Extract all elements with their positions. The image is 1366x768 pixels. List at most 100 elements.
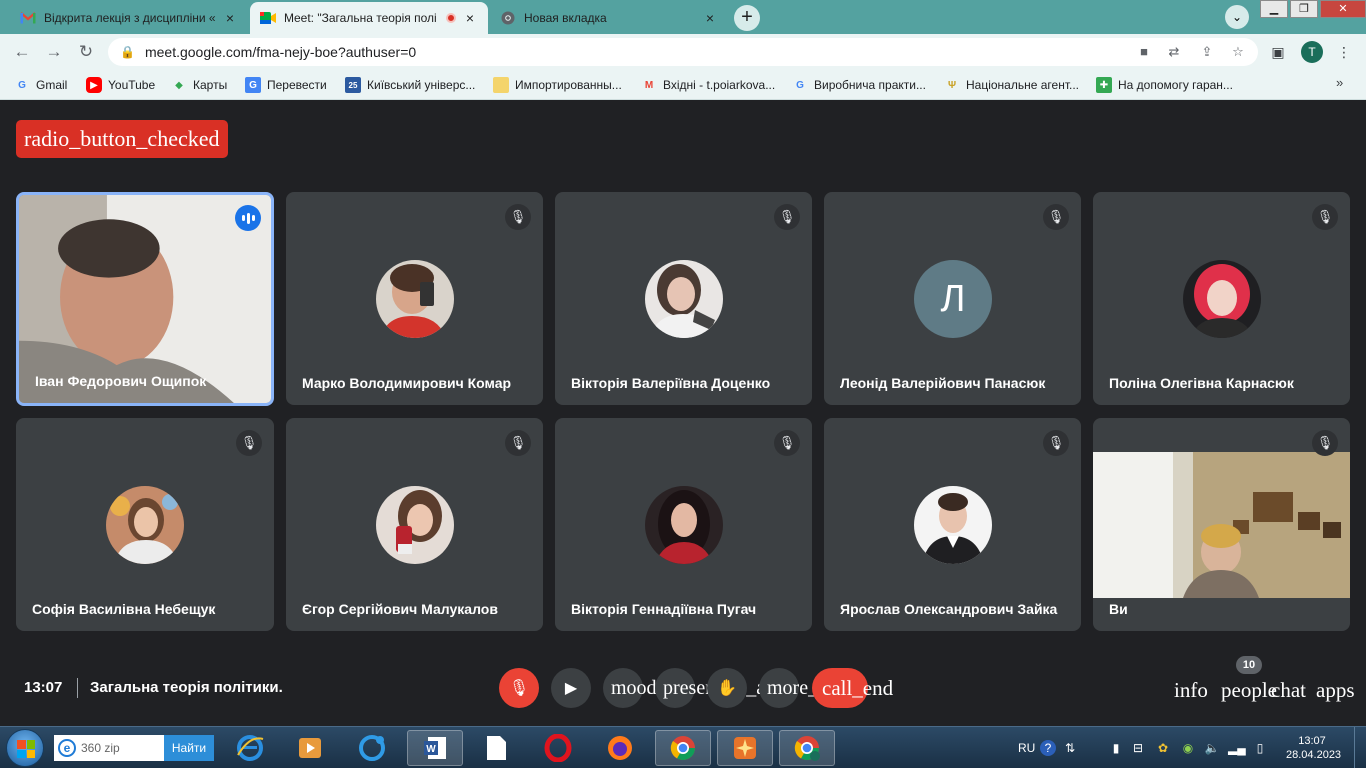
tab-new-tab[interactable]: Новая вкладка ×	[490, 2, 728, 34]
participant-tile[interactable]: Іван Федорович Ощипок	[16, 192, 274, 406]
participant-tile[interactable]: 🎙 Поліна Олегівна Карнасюк	[1093, 192, 1350, 405]
reactions-button[interactable]: mood	[603, 668, 657, 708]
gmail-icon	[20, 10, 36, 26]
tray-flower-icon[interactable]: ✿	[1155, 740, 1171, 756]
participant-avatar	[376, 486, 454, 564]
forward-icon[interactable]: →	[42, 40, 66, 64]
people-button[interactable]: people	[1221, 678, 1277, 703]
taskbar-search-button[interactable]: Найти	[164, 735, 214, 761]
participant-tile[interactable]: 🎙 Ярослав Олександрович Зайка	[824, 418, 1081, 631]
participant-avatar	[914, 486, 992, 564]
mic-toggle-button[interactable]: 🎙	[499, 668, 539, 708]
bookmark-maps[interactable]: ◆ Карты	[171, 76, 227, 94]
window-controls: ▁ ❐ ✕	[1258, 0, 1366, 20]
self-video	[1093, 452, 1350, 598]
bookmark-translate[interactable]: G Перевести	[245, 76, 327, 94]
taskbar-search-input[interactable]: e 360 zip	[54, 735, 164, 761]
word-icon[interactable]: W	[407, 730, 463, 766]
chrome-profile-taskbar-icon[interactable]	[779, 730, 835, 766]
participant-tile[interactable]: 🎙 Софія Василівна Небещук	[16, 418, 274, 631]
show-desktop-button[interactable]	[1354, 727, 1366, 768]
tab-meet[interactable]: Meet: "Загальна теорія полі ×	[250, 2, 488, 34]
bookmark-kyiv-university[interactable]: 25 Київський універс...	[345, 76, 475, 94]
participant-tile[interactable]: 🎙 Марко Володимирович Комар	[286, 192, 543, 405]
bookmark-practice[interactable]: G Виробнича практи...	[792, 76, 926, 94]
minimize-icon[interactable]: ▁	[1260, 0, 1288, 18]
videocam-icon: ▶	[564, 678, 578, 697]
network-signal-icon[interactable]: ▂▄	[1228, 740, 1246, 756]
bookmark-star-icon[interactable]: ☆	[1228, 42, 1248, 62]
browser-360-icon[interactable]	[344, 730, 400, 766]
opera-icon[interactable]	[530, 730, 586, 766]
meeting-title: Загальна теорія політики.	[90, 679, 283, 696]
close-tab-icon[interactable]: ×	[702, 10, 718, 26]
hand-icon: ✋	[717, 678, 737, 697]
system-clock[interactable]: 13:07 28.04.2023	[1286, 734, 1341, 762]
meeting-details-button[interactable]: info	[1174, 678, 1208, 703]
tray-device-icon[interactable]: ⊟	[1130, 740, 1146, 756]
participant-name: Єгор Сергійович Малукалов	[302, 601, 498, 617]
bookmark-guarantor[interactable]: ✚ На допомогу гаран...	[1096, 76, 1233, 94]
maps-icon: ◆	[175, 79, 183, 91]
internet-explorer-icon[interactable]	[222, 730, 278, 766]
activities-button[interactable]: apps	[1316, 678, 1355, 703]
participant-tile[interactable]: 🎙 Л Леонід Валерійович Панасюк	[824, 192, 1081, 405]
share-icon[interactable]: ⇪	[1197, 42, 1217, 62]
google-icon: G	[18, 79, 26, 91]
raise-hand-button[interactable]: ✋	[707, 668, 747, 708]
battery-icon[interactable]: ▯	[1252, 740, 1268, 756]
bookmarks-overflow-icon[interactable]: »	[1336, 75, 1343, 90]
participant-name: Софія Василівна Небещук	[32, 601, 216, 617]
calendar-icon: 25	[345, 77, 361, 93]
tray-security-icon[interactable]: ◉	[1180, 740, 1196, 756]
app-star-icon[interactable]	[717, 730, 773, 766]
lock-icon[interactable]: 🔒	[120, 45, 135, 59]
tray-arrows-icon[interactable]: ⇅	[1062, 740, 1078, 756]
help-icon[interactable]: ?	[1040, 740, 1056, 756]
back-icon[interactable]: ←	[10, 40, 34, 64]
close-window-icon[interactable]: ✕	[1320, 0, 1366, 18]
document-icon[interactable]	[468, 730, 524, 766]
mic-off-icon: 🎙	[1312, 204, 1338, 230]
reload-icon[interactable]: ↻	[74, 40, 98, 64]
start-button[interactable]	[6, 729, 44, 767]
participant-tile[interactable]: 🎙 Єгор Сергійович Малукалов	[286, 418, 543, 631]
mic-off-icon: 🎙	[1043, 430, 1069, 456]
language-indicator[interactable]: RU	[1018, 741, 1035, 755]
translate-bookmark-icon: G	[245, 77, 261, 93]
participant-tile[interactable]: 🎙 Ви	[1093, 418, 1350, 631]
bookmark-national-agency[interactable]: Ψ Національне агент...	[944, 76, 1079, 94]
bookmark-imported[interactable]: Импортированны...	[493, 76, 622, 94]
profile-avatar[interactable]: T	[1301, 41, 1323, 63]
address-bar[interactable]: 🔒 meet.google.com/fma-nejy-boe?authuser=…	[108, 38, 1258, 66]
close-tab-icon[interactable]: ×	[222, 10, 238, 26]
chrome-taskbar-icon[interactable]	[655, 730, 711, 766]
media-player-icon[interactable]	[282, 730, 338, 766]
end-call-button[interactable]: call_end	[812, 668, 893, 708]
participant-avatar: Л	[914, 260, 992, 338]
firefox-icon[interactable]	[592, 730, 648, 766]
more-options-button[interactable]: more_vert	[759, 668, 849, 708]
windows-logo-icon	[17, 740, 35, 758]
participant-tile[interactable]: 🎙 Вікторія Геннадіївна Пугач	[555, 418, 812, 631]
bookmark-youtube[interactable]: ▶ YouTube	[86, 76, 155, 94]
restore-icon[interactable]: ❐	[1290, 0, 1318, 18]
participant-name: Ви	[1109, 601, 1128, 617]
tray-clipboard-icon[interactable]: ▮	[1108, 740, 1124, 756]
translate-icon[interactable]: ⇄	[1164, 42, 1184, 62]
volume-icon[interactable]: 🔈	[1204, 740, 1220, 756]
menu-icon[interactable]: ⋮	[1334, 42, 1354, 62]
url-text[interactable]: meet.google.com/fma-nejy-boe?authuser=0	[145, 44, 416, 60]
camera-icon[interactable]: ■	[1134, 42, 1154, 62]
present-button[interactable]: present_to_all	[655, 668, 776, 708]
chat-button[interactable]: chat	[1271, 678, 1306, 703]
side-panel-icon[interactable]: ▣	[1268, 42, 1288, 62]
bookmark-inbox[interactable]: M Вхідні - t.poiarkova...	[641, 76, 775, 94]
bookmark-gmail[interactable]: G Gmail	[14, 76, 67, 94]
tab-search-icon[interactable]: ⌄	[1225, 5, 1249, 29]
new-tab-button[interactable]: +	[734, 5, 760, 31]
camera-toggle-button[interactable]: ▶	[551, 668, 591, 708]
tab-gmail[interactable]: Відкрита лекція з дисципліни «З ×	[10, 2, 248, 34]
participant-tile[interactable]: 🎙 Вікторія Валеріївна Доценко	[555, 192, 812, 405]
close-tab-icon[interactable]: ×	[462, 10, 478, 26]
